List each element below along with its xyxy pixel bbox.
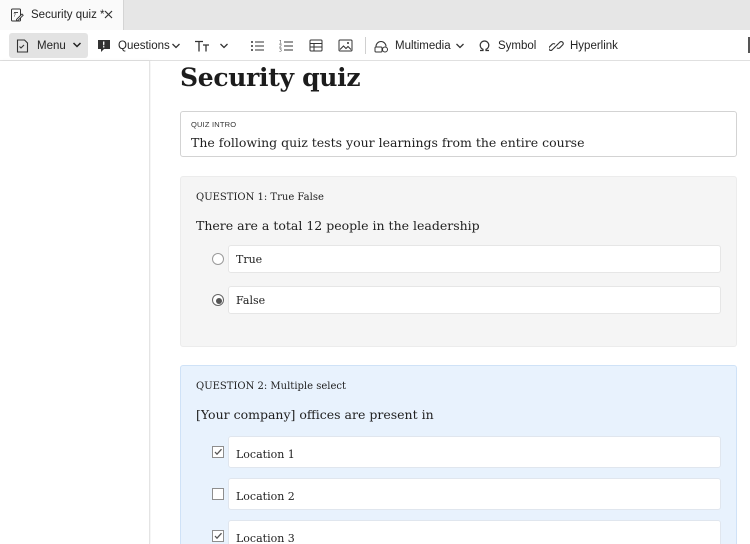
- answer-option: False: [208, 286, 721, 314]
- question-card-1[interactable]: QUESTION 1: True False There are a total…: [180, 176, 737, 347]
- radio-button-false[interactable]: [212, 294, 224, 306]
- questions-label: Questions: [118, 39, 170, 52]
- question-bubble-icon: !: [97, 39, 111, 53]
- close-icon[interactable]: [102, 8, 114, 20]
- question-card-2[interactable]: QUESTION 2: Multiple select [Your compan…: [180, 365, 737, 544]
- image-button[interactable]: [338, 33, 353, 58]
- answer-option-label: True: [236, 253, 263, 266]
- menu-button[interactable]: Menu: [9, 33, 88, 58]
- checkmark-icon: [214, 448, 222, 456]
- tab-bar: ? Security quiz *: [0, 0, 750, 30]
- answer-option: Location 3: [208, 520, 721, 544]
- answer-option-field[interactable]: Location 3: [228, 520, 721, 544]
- page-title[interactable]: Security quiz: [180, 63, 361, 92]
- multimedia-icon: [374, 39, 389, 53]
- left-panel: [0, 61, 150, 544]
- answer-option: Location 1: [208, 436, 721, 468]
- numbered-list-button[interactable]: 123: [279, 33, 294, 58]
- symbol-label: Symbol: [498, 39, 537, 52]
- checkbox-location-2[interactable]: [212, 488, 224, 500]
- document-canvas[interactable]: Security quiz QUIZ INTRO The following q…: [151, 61, 750, 544]
- text-size-icon: [194, 39, 210, 53]
- questions-dropdown[interactable]: [171, 33, 181, 58]
- checkbox-location-1[interactable]: [212, 446, 224, 458]
- image-icon: [338, 39, 353, 52]
- omega-icon: [478, 39, 491, 52]
- menu-label: Menu: [37, 39, 66, 52]
- symbol-button[interactable]: Symbol: [478, 33, 536, 58]
- bullet-list-button[interactable]: [250, 33, 265, 58]
- answer-option-label: False: [236, 294, 266, 307]
- question-header: QUESTION 1: True False: [196, 192, 324, 203]
- toolbar: Menu ! Questions 123 Multimedia Symbol H…: [0, 30, 750, 61]
- toolbar-divider: [365, 37, 366, 54]
- quiz-intro-text[interactable]: The following quiz tests your learnings …: [191, 135, 585, 150]
- chevron-down-icon: [72, 40, 82, 53]
- svg-text:3: 3: [279, 47, 282, 53]
- checkbox-location-3[interactable]: [212, 530, 224, 542]
- table-button[interactable]: [309, 33, 323, 58]
- chevron-down-icon: [220, 43, 228, 48]
- answer-option-field[interactable]: Location 2: [228, 478, 721, 510]
- answer-option-field[interactable]: False: [228, 286, 721, 314]
- checkmark-icon: [214, 532, 222, 540]
- question-header: QUESTION 2: Multiple select: [196, 381, 347, 392]
- text-style-button[interactable]: [194, 33, 210, 58]
- answer-option-field[interactable]: True: [228, 245, 721, 273]
- tab-security-quiz[interactable]: ? Security quiz *: [0, 0, 124, 30]
- radio-button-true[interactable]: [212, 253, 224, 265]
- document-edit-icon: ?: [10, 8, 24, 22]
- text-style-dropdown[interactable]: [219, 33, 229, 58]
- tab-title: Security quiz *: [31, 9, 105, 21]
- bullet-list-icon: [251, 40, 264, 51]
- document-icon: [16, 38, 29, 53]
- chevron-down-icon: [172, 43, 180, 48]
- chevron-down-icon: [456, 43, 464, 48]
- numbered-list-icon: 123: [279, 39, 293, 53]
- answer-option: True: [208, 245, 721, 273]
- quiz-intro-label: QUIZ INTRO: [191, 120, 237, 129]
- hyperlink-label: Hyperlink: [570, 39, 618, 52]
- questions-button[interactable]: ! Questions: [97, 33, 170, 58]
- multimedia-label: Multimedia: [395, 39, 451, 52]
- svg-text:?: ?: [13, 13, 16, 19]
- question-text[interactable]: [Your company] offices are present in: [196, 407, 434, 422]
- hyperlink-button[interactable]: Hyperlink: [549, 33, 618, 58]
- answer-option-label: Location 2: [236, 490, 295, 503]
- answer-option-label: Location 3: [236, 532, 295, 544]
- multimedia-dropdown[interactable]: [455, 33, 465, 58]
- quiz-intro-field[interactable]: QUIZ INTRO The following quiz tests your…: [180, 111, 737, 157]
- answer-option-field[interactable]: Location 1: [228, 436, 721, 468]
- question-text[interactable]: There are a total 12 people in the leade…: [196, 218, 480, 233]
- svg-text:!: !: [102, 40, 105, 49]
- table-icon: [309, 39, 323, 52]
- multimedia-button[interactable]: Multimedia: [374, 33, 451, 58]
- link-icon: [549, 39, 564, 53]
- answer-option: Location 2: [208, 478, 721, 510]
- answer-option-label: Location 1: [236, 448, 295, 461]
